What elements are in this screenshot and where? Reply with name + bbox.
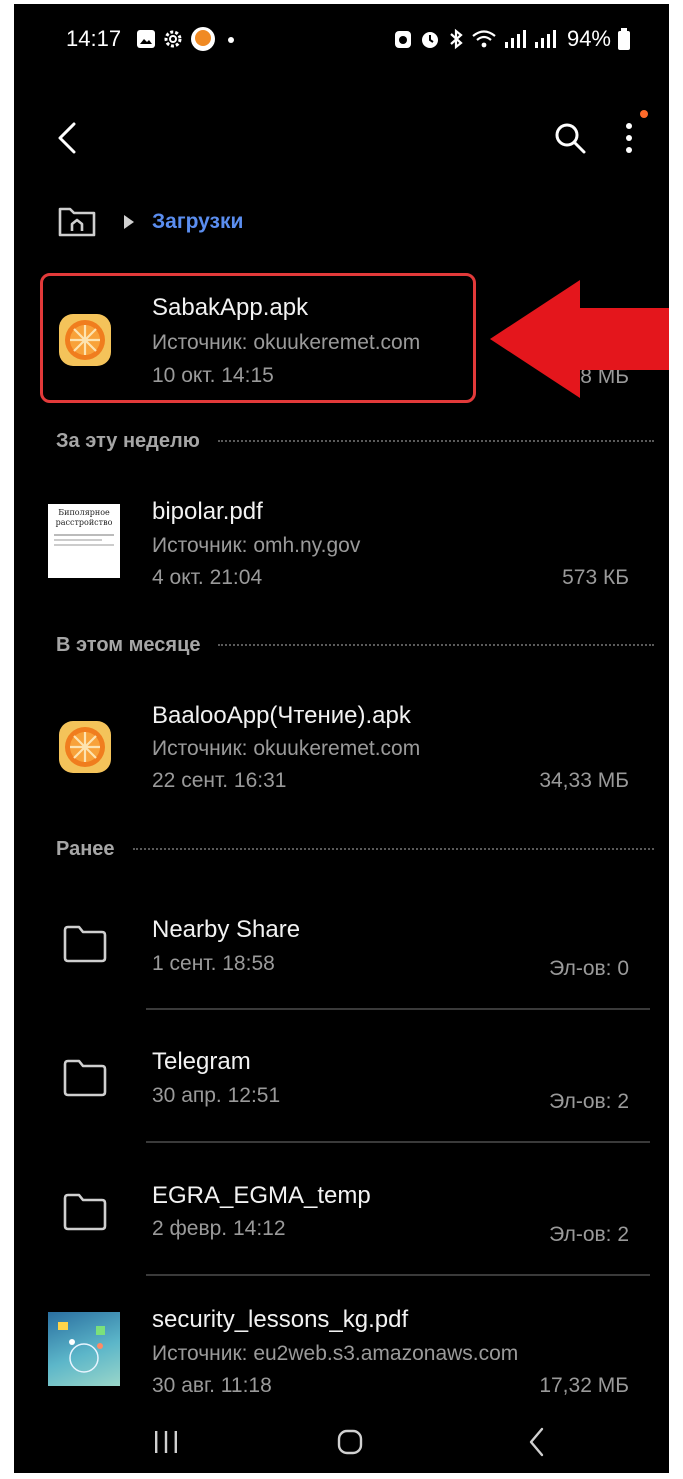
home-icon[interactable] [56,205,98,239]
phone-screen: 14:17 94% Загрузки SabakApp.apk Источник… [0,0,683,1479]
settings-gear-icon [164,30,182,48]
pdf-thumbnail [48,1312,120,1386]
file-date: 4 окт. 21:04 [152,566,263,589]
breadcrumb-arrow-icon [124,215,134,229]
folder-item-nearby-share[interactable]: Nearby Share 1 сент. 18:58 Эл-ов: 0 [14,900,669,1006]
wifi-icon [472,30,496,48]
thumbnail-illustration-icon [58,1322,105,1373]
folder-item-count: Эл-ов: 0 [549,957,629,980]
file-size: 34,33 МБ [539,769,629,792]
image-border-left [0,0,14,1479]
folder-name: Nearby Share [152,916,301,943]
section-divider [217,440,654,442]
folder-date: 30 апр. 12:51 [152,1084,281,1107]
alarm-icon [421,32,438,48]
recents-icon[interactable] [152,1430,180,1454]
image-border-right [669,0,683,1479]
more-notifications-dot-icon [228,37,234,43]
folder-item-egra[interactable]: EGRA_EGMA_temp 2 февр. 14:12 Эл-ов: 2 [14,1166,669,1272]
file-name: bipolar.pdf [152,498,263,525]
image-border-top [0,0,683,4]
section-label: В этом месяце [56,633,201,656]
search-icon[interactable] [550,118,590,158]
section-earlier: Ранее [56,834,654,864]
section-label: Ранее [56,837,115,860]
folder-icon [63,1193,107,1231]
back-icon[interactable] [48,114,88,162]
folder-icon [63,1059,107,1097]
file-date: 30 авг. 11:18 [152,1374,272,1397]
image-border-bottom [0,1473,683,1479]
battery-icon [618,28,630,50]
top-toolbar [14,100,669,176]
bluetooth-icon [450,28,463,50]
file-date: 22 сент. 16:31 [152,769,287,792]
app-notification-icon [191,27,215,51]
folder-name: EGRA_EGMA_temp [152,1182,371,1209]
section-this-week: За эту неделю [56,426,654,456]
navigation-bar [14,1410,669,1474]
file-name: BaalooApp(Чтение).apk [152,702,411,729]
file-item-baaloo[interactable]: BaalooApp(Чтение).apk Источник: okuukere… [14,690,669,810]
folder-icon [63,925,107,963]
file-source: Источник: omh.ny.gov [152,534,361,557]
thumbnail-text: Биполярное расстройство [55,508,113,527]
signal-icon-2 [534,30,556,48]
file-item-bipolar[interactable]: Биполярное расстройство bipolar.pdf Исто… [14,486,669,606]
folder-item-telegram[interactable]: Telegram 30 апр. 12:51 Эл-ов: 2 [14,1034,669,1140]
section-label: За эту неделю [56,429,200,452]
section-divider [218,644,654,646]
folder-date: 1 сент. 18:58 [152,952,275,975]
more-vert-icon[interactable] [614,116,644,160]
alarm-lock-icon [394,31,411,48]
notification-dot [640,110,648,118]
battery-percent: 94% [566,26,611,51]
list-divider [146,1274,650,1276]
section-this-month: В этом месяце [56,630,654,660]
file-size: 573 КБ [562,566,629,589]
file-name: security_lessons_kg.pdf [152,1306,409,1333]
file-size: 17,32 МБ [539,1374,629,1397]
highlight-box [40,273,476,403]
file-item-security-lessons[interactable]: security_lessons_kg.pdf Источник: eu2web… [14,1298,669,1404]
folder-name: Telegram [152,1048,251,1075]
list-divider [146,1008,650,1010]
signal-icon-1 [504,30,526,48]
apk-orange-icon [59,721,111,773]
red-arrow-annotation [490,280,669,398]
nav-back-icon[interactable] [526,1426,548,1458]
breadcrumb-current[interactable]: Загрузки [152,210,243,234]
status-bar: 14:17 94% [14,4,669,70]
file-source: Источник: eu2web.s3.amazonaws.com [152,1342,519,1365]
list-divider [146,1141,650,1143]
status-right-cluster: 94% [393,26,631,52]
folder-item-count: Эл-ов: 2 [549,1090,629,1113]
folder-date: 2 февр. 14:12 [152,1217,286,1240]
status-time: 14:17 [66,26,122,51]
section-divider [132,848,654,850]
folder-item-count: Эл-ов: 2 [549,1223,629,1246]
file-source: Источник: okuukeremet.com [152,737,421,760]
pdf-thumbnail: Биполярное расстройство [48,504,120,578]
breadcrumb: Загрузки [56,202,243,242]
nav-home-icon[interactable] [336,1428,364,1456]
gallery-icon [137,30,155,48]
